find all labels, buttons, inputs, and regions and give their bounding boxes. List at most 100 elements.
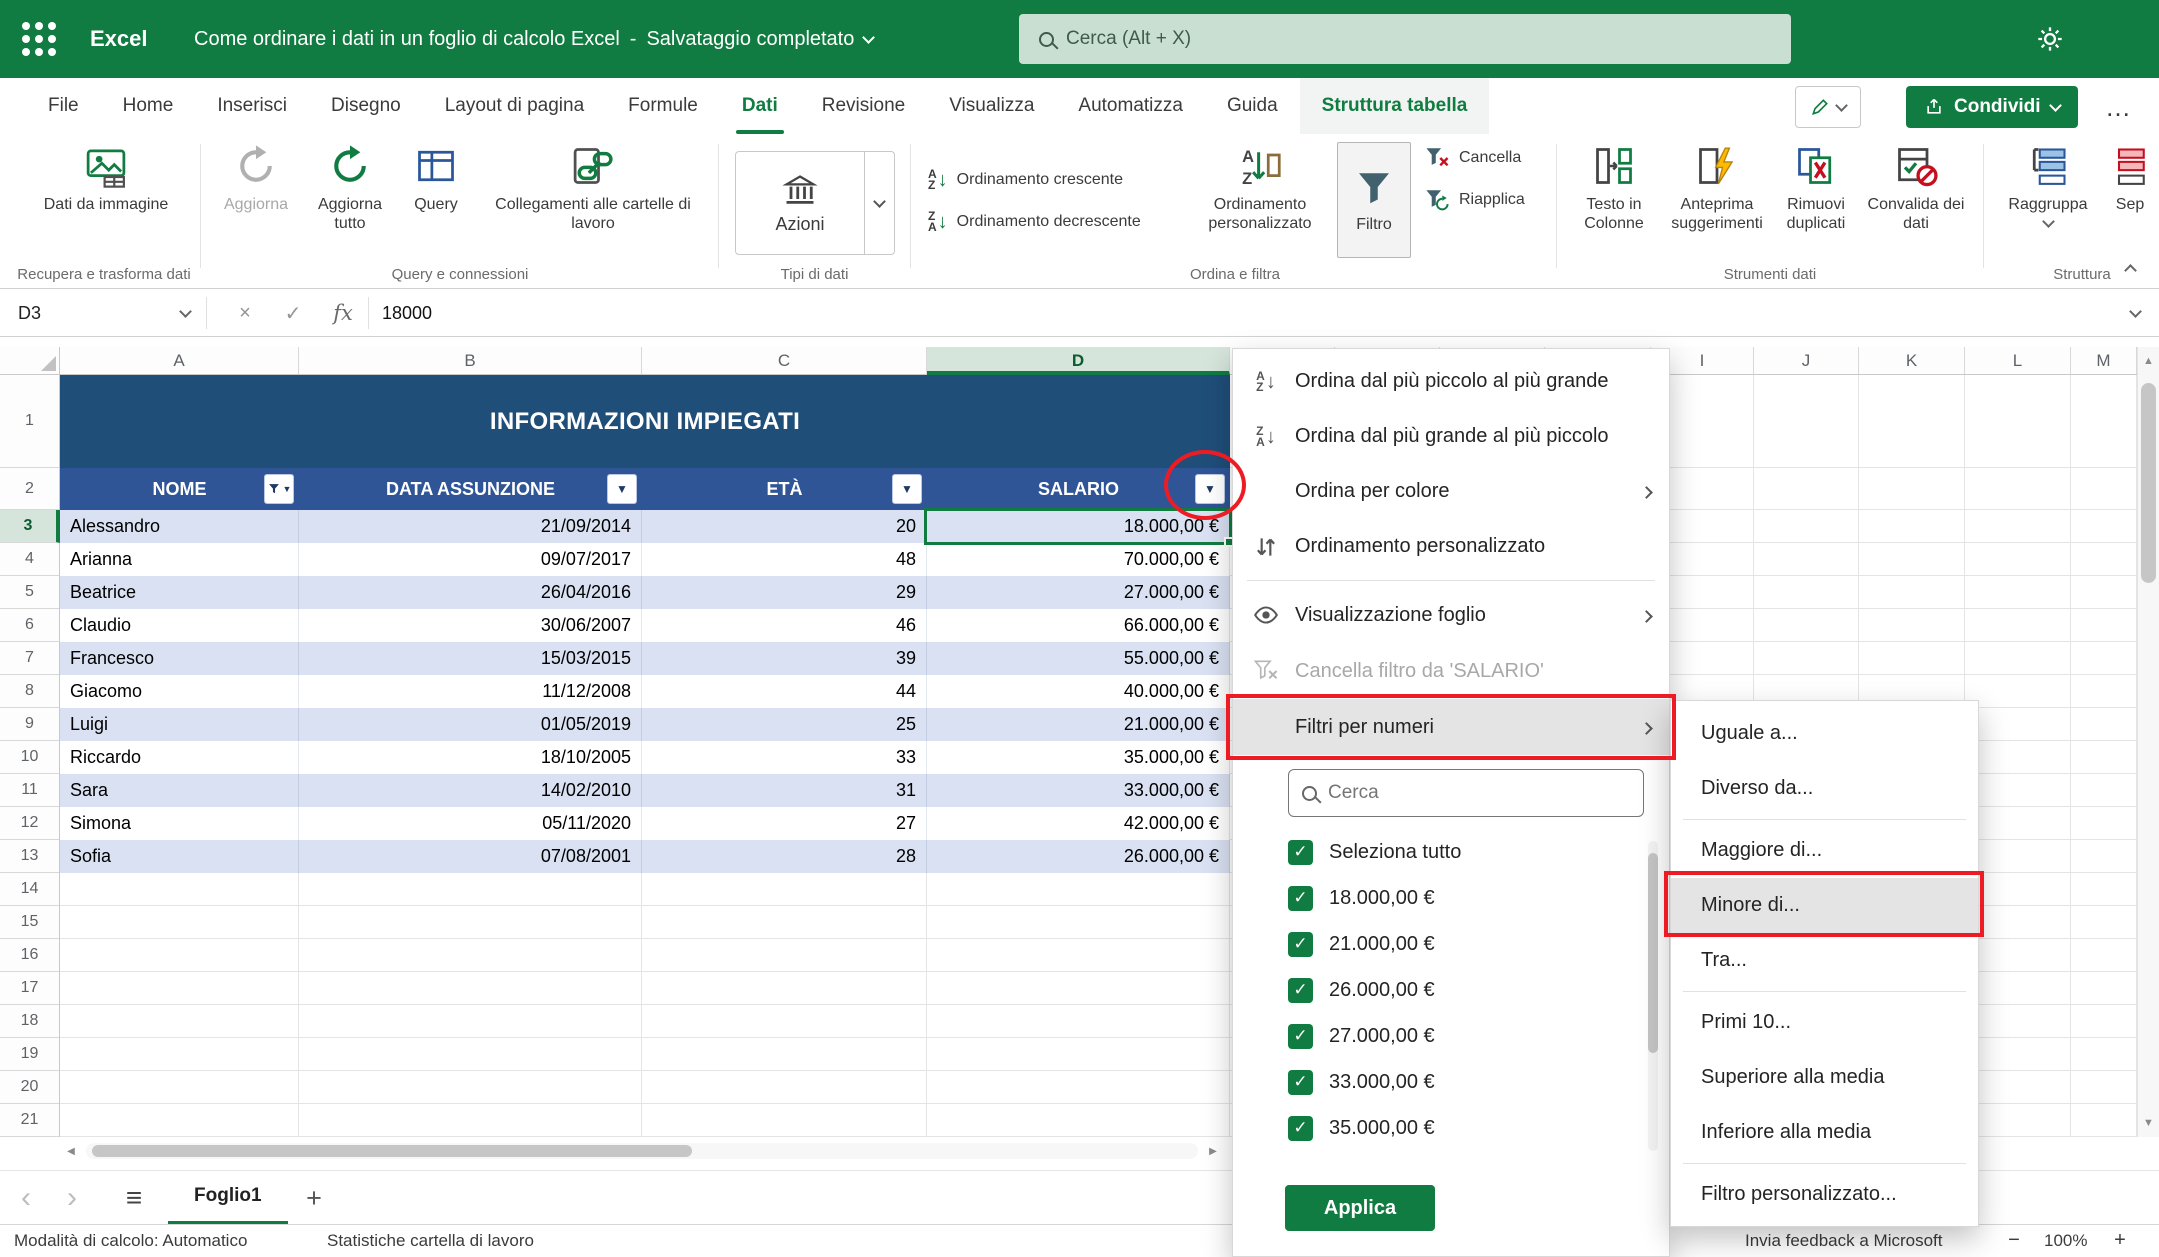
menu-item-custom-sort[interactable]: Ordinamento personalizzato	[1233, 519, 1669, 574]
cell-C11[interactable]: 31	[642, 774, 927, 807]
calc-mode-status[interactable]: Modalità di calcolo: Automatico	[14, 1225, 247, 1257]
horizontal-scrollbar[interactable]: ◀ ▶	[0, 1140, 1232, 1162]
scroll-down-arrow[interactable]: ▼	[2138, 1111, 2159, 1135]
filter-search-input[interactable]	[1328, 782, 1630, 804]
row-header-17[interactable]: 17	[0, 972, 59, 1005]
cell-C12[interactable]: 27	[642, 807, 927, 840]
cancel-entry-button[interactable]: ×	[224, 295, 266, 331]
cell-B5[interactable]: 26/04/2016	[299, 576, 642, 609]
header-cell-nome[interactable]: NOME ▼	[60, 468, 299, 510]
row-header-15[interactable]: 15	[0, 906, 59, 939]
cell-D6[interactable]: 66.000,00 €	[927, 609, 1230, 642]
filter-button-nome[interactable]: ▼	[264, 474, 294, 504]
menu-item-sort-descending[interactable]: ZA↓ Ordina dal più grande al più piccolo	[1233, 409, 1669, 464]
remove-duplicates-button[interactable]: Rimuovi duplicati	[1770, 144, 1862, 233]
column-header-L[interactable]: L	[1965, 347, 2071, 374]
tab-file[interactable]: File	[26, 78, 101, 134]
cell-A10[interactable]: Riccardo	[60, 741, 299, 774]
filter-list-scroll-thumb[interactable]	[1648, 853, 1658, 1053]
row-header-9[interactable]: 9	[0, 708, 59, 741]
actions-dropdown[interactable]	[864, 152, 894, 254]
tab-visualizza[interactable]: Visualizza	[927, 78, 1056, 134]
row-header-6[interactable]: 6	[0, 609, 59, 642]
row-header-21[interactable]: 21	[0, 1104, 59, 1137]
column-header-B[interactable]: B	[299, 347, 642, 374]
checkbox-checked-icon[interactable]: ✓	[1288, 978, 1313, 1003]
column-header-C[interactable]: C	[642, 347, 927, 374]
cell-B8[interactable]: 11/12/2008	[299, 675, 642, 708]
sort-descending-button[interactable]: ZA↓ Ordinamento decrescente	[928, 204, 1141, 240]
sheet-list-menu-button[interactable]: ≡	[112, 1171, 156, 1225]
add-sheet-button[interactable]: +	[292, 1171, 336, 1225]
header-cell-salario[interactable]: SALARIO ▼	[927, 468, 1230, 510]
cell-D10[interactable]: 35.000,00 €	[927, 741, 1230, 774]
tab-revisione[interactable]: Revisione	[800, 78, 927, 134]
filter-search-box[interactable]	[1288, 769, 1644, 817]
scroll-left-arrow[interactable]: ◀	[60, 1143, 82, 1159]
search-box[interactable]: Cerca (Alt + X)	[1019, 14, 1791, 64]
cell-D7[interactable]: 55.000,00 €	[927, 642, 1230, 675]
cell-C4[interactable]: 48	[642, 543, 927, 576]
menu-item-clear-filter[interactable]: Cancella filtro da 'SALARIO'	[1233, 643, 1669, 699]
filter-button-salario[interactable]: ▼	[1195, 474, 1225, 504]
column-header-M[interactable]: M	[2071, 347, 2137, 374]
row-header-20[interactable]: 20	[0, 1071, 59, 1104]
cell-A12[interactable]: Simona	[60, 807, 299, 840]
zoom-level[interactable]: 100%	[2044, 1225, 2087, 1257]
reapply-filter-button[interactable]: Riapplica	[1424, 182, 1525, 218]
cell-D8[interactable]: 40.000,00 €	[927, 675, 1230, 708]
menu-item-number-filters[interactable]: Filtri per numeri	[1233, 699, 1669, 755]
cell-B3[interactable]: 21/09/2014	[299, 510, 642, 543]
checkbox-checked-icon[interactable]: ✓	[1288, 886, 1313, 911]
checkbox-checked-icon[interactable]: ✓	[1288, 1070, 1313, 1095]
row-header-16[interactable]: 16	[0, 939, 59, 972]
next-sheet-button[interactable]: ›	[52, 1171, 92, 1225]
confirm-entry-button[interactable]: ✓	[272, 295, 314, 331]
cell-B10[interactable]: 18/10/2005	[299, 741, 642, 774]
row-header-8[interactable]: 8	[0, 675, 59, 708]
table-title-banner[interactable]: INFORMAZIONI IMPIEGATI	[60, 375, 1230, 468]
cell-B11[interactable]: 14/02/2010	[299, 774, 642, 807]
cell-D12[interactable]: 42.000,00 €	[927, 807, 1230, 840]
checkbox-checked-icon[interactable]: ✓	[1288, 932, 1313, 957]
row-header-19[interactable]: 19	[0, 1038, 59, 1071]
column-header-K[interactable]: K	[1859, 347, 1965, 374]
app-name[interactable]: Excel	[90, 0, 148, 78]
filter-value-item-21-000-00[interactable]: ✓21.000,00 €	[1288, 921, 1669, 967]
refresh-all-button[interactable]: Aggiorna tutto	[302, 144, 398, 233]
cell-C10[interactable]: 33	[642, 741, 927, 774]
menu-item-sort-by-color[interactable]: Ordina per colore	[1233, 464, 1669, 519]
row-header-3[interactable]: 3	[0, 510, 60, 543]
workbook-stats-button[interactable]: Statistiche cartella di lavoro	[327, 1225, 534, 1257]
submenu-item-primi-10[interactable]: Primi 10...	[1671, 995, 1978, 1050]
clear-filter-button[interactable]: Cancella	[1424, 140, 1521, 176]
cell-C5[interactable]: 29	[642, 576, 927, 609]
submenu-item-tra[interactable]: Tra...	[1671, 933, 1978, 988]
horizontal-scroll-thumb[interactable]	[92, 1145, 692, 1157]
formula-input[interactable]: 18000	[382, 295, 432, 331]
checkbox-checked-icon[interactable]: ✓	[1288, 840, 1313, 865]
checkbox-checked-icon[interactable]: ✓	[1288, 1116, 1313, 1141]
flash-fill-button[interactable]: Anteprima suggerimenti	[1666, 144, 1768, 233]
cell-D3[interactable]: 18.000,00 €	[927, 510, 1230, 543]
zoom-out-button[interactable]: −	[2000, 1225, 2028, 1257]
share-button[interactable]: Condividi	[1906, 86, 2078, 128]
sort-ascending-button[interactable]: AZ↓ Ordinamento crescente	[928, 162, 1123, 198]
cell-A7[interactable]: Francesco	[60, 642, 299, 675]
cell-C8[interactable]: 44	[642, 675, 927, 708]
header-cell-data-assunzione[interactable]: DATA ASSUNZIONE ▼	[299, 468, 642, 510]
filter-value-item-35-000-00[interactable]: ✓35.000,00 €	[1288, 1105, 1669, 1151]
tab-dati[interactable]: Dati	[720, 78, 800, 134]
row-header-12[interactable]: 12	[0, 807, 59, 840]
collapse-ribbon-button[interactable]	[2126, 262, 2135, 280]
cell-D11[interactable]: 33.000,00 €	[927, 774, 1230, 807]
column-header-A[interactable]: A	[60, 347, 299, 374]
cell-C7[interactable]: 39	[642, 642, 927, 675]
editing-mode-button[interactable]	[1795, 86, 1861, 128]
column-header-J[interactable]: J	[1754, 347, 1859, 374]
apply-filter-button[interactable]: Applica	[1285, 1185, 1435, 1231]
cell-A11[interactable]: Sara	[60, 774, 299, 807]
cell-A8[interactable]: Giacomo	[60, 675, 299, 708]
data-types-actions-button[interactable]: Azioni	[735, 151, 895, 255]
tab-disegno[interactable]: Disegno	[309, 78, 423, 134]
